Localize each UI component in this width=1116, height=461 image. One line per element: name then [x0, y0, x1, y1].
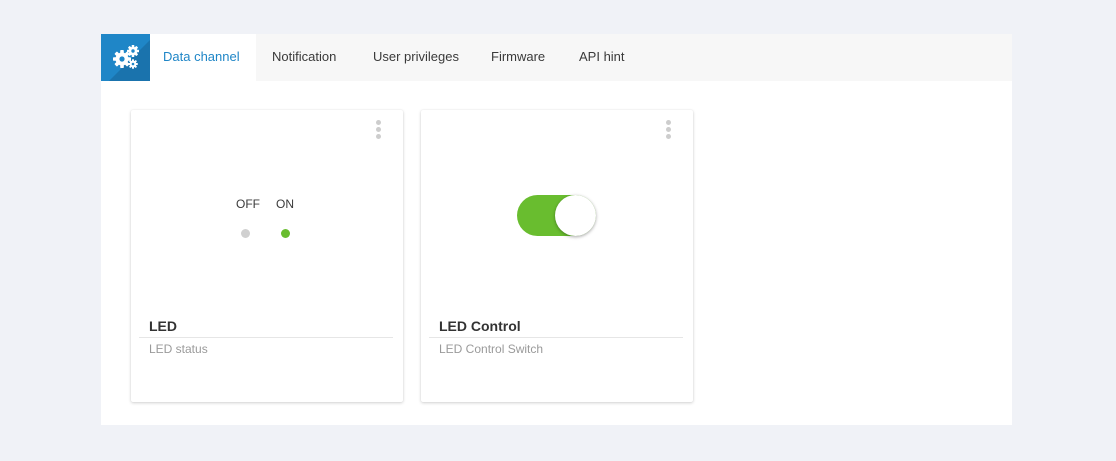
- card-divider: [429, 337, 683, 338]
- led-on-label: ON: [276, 197, 294, 211]
- tab-firmware[interactable]: Firmware: [491, 34, 545, 81]
- led-control-card: LED Control LED Control Switch: [421, 110, 693, 402]
- toggle-knob: [555, 195, 596, 236]
- led-on-indicator: [281, 229, 290, 238]
- card-divider: [139, 337, 393, 338]
- card-subtitle: LED status: [149, 342, 208, 356]
- led-card: OFF ON LED LED status: [131, 110, 403, 402]
- kebab-icon[interactable]: [375, 120, 383, 142]
- kebab-icon[interactable]: [665, 120, 673, 142]
- card-title: LED Control: [439, 318, 521, 334]
- tab-notification[interactable]: Notification: [272, 34, 336, 81]
- tab-user-privileges[interactable]: User privileges: [373, 34, 459, 81]
- led-off-label: OFF: [236, 197, 260, 211]
- led-control-toggle[interactable]: [517, 195, 596, 236]
- tab-bar: Data channel Notification User privilege…: [101, 34, 1012, 81]
- gears-icon: [109, 40, 150, 81]
- device-panel: Data channel Notification User privilege…: [101, 34, 1012, 425]
- tab-data-channel[interactable]: Data channel: [163, 34, 240, 81]
- settings-icon-box[interactable]: [101, 34, 150, 81]
- card-subtitle: LED Control Switch: [439, 342, 544, 356]
- led-off-indicator: [241, 229, 250, 238]
- tab-api-hint[interactable]: API hint: [579, 34, 625, 81]
- card-title: LED: [149, 318, 177, 334]
